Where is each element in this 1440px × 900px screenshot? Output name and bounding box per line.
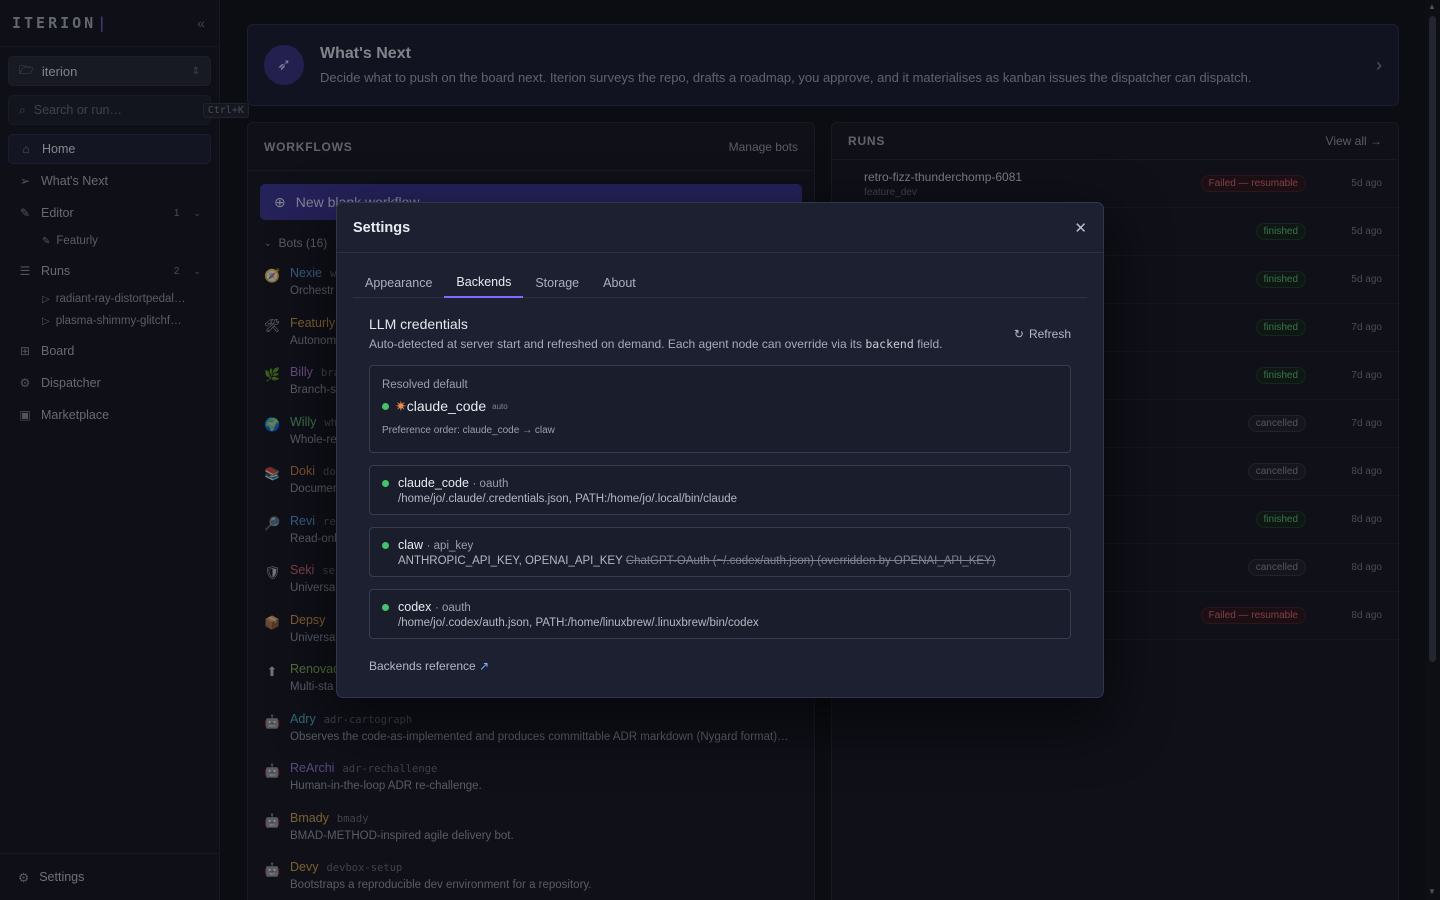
credential-card: codex · oauth /home/jo/.codex/auth.json,… — [369, 589, 1071, 639]
credential-detail-text: ANTHROPIC_API_KEY, OPENAI_API_KEY — [398, 555, 623, 567]
modal-title: Settings — [353, 219, 411, 236]
desc-text: Auto-detected at server start and refres… — [369, 337, 862, 351]
credential-kind: · oauth — [434, 602, 471, 614]
status-dot — [382, 604, 389, 611]
credential-kind: · oauth — [472, 478, 509, 490]
preference-order: Preference order: claude_code → claw — [382, 425, 555, 436]
credential-card: claw · api_key ANTHROPIC_API_KEY, OPENAI… — [369, 527, 1071, 577]
credential-name: codex — [398, 600, 432, 614]
status-dot — [382, 542, 389, 549]
section-description: Auto-detected at server start and refres… — [369, 337, 942, 351]
credential-detail: ANTHROPIC_API_KEY, OPENAI_API_KEY ChatGP… — [398, 555, 996, 567]
close-icon[interactable]: ✕ — [1074, 219, 1087, 237]
reference-label: Backends reference — [369, 659, 476, 673]
tab-storage[interactable]: Storage — [523, 267, 591, 298]
tab-about[interactable]: About — [591, 267, 648, 298]
refresh-button[interactable]: ↻ Refresh — [1014, 316, 1071, 351]
refresh-label: Refresh — [1028, 326, 1071, 341]
tab-appearance[interactable]: Appearance — [353, 267, 444, 298]
credential-detail: /home/jo/.codex/auth.json, PATH:/home/li… — [398, 617, 759, 629]
status-dot — [382, 403, 389, 410]
credential-name: claw — [398, 538, 424, 552]
credential-name: claude_code — [398, 476, 469, 490]
settings-modal: Settings ✕ Appearance Backends Storage A… — [336, 202, 1104, 698]
credential-overridden: ChatGPT-OAuth (~/.codex/auth.json) (over… — [625, 555, 996, 567]
claude-star-icon: ✷ — [395, 398, 407, 414]
resolved-default-card: Resolved default ✷claude_code auto Prefe… — [369, 365, 1071, 453]
external-link-icon: ↗ — [479, 659, 490, 673]
resolved-backend-name: claude_code — [406, 398, 487, 414]
refresh-icon: ↻ — [1013, 326, 1024, 341]
credential-card: claude_code · oauth /home/jo/.claude/.cr… — [369, 465, 1071, 515]
settings-tabs: Appearance Backends Storage About — [353, 267, 1087, 298]
section-title: LLM credentials — [369, 316, 468, 332]
tab-backends[interactable]: Backends — [444, 267, 524, 298]
auto-tag: auto — [492, 402, 508, 411]
resolved-label: Resolved default — [382, 379, 468, 391]
backends-reference-link[interactable]: Backends reference ↗ — [369, 659, 1071, 673]
credential-detail: /home/jo/.claude/.credentials.json, PATH… — [398, 493, 738, 505]
resolved-backend: ✷claude_code — [395, 398, 486, 415]
status-dot — [382, 480, 389, 487]
credential-kind: · api_key — [426, 540, 474, 552]
desc-code: backend — [865, 337, 914, 351]
desc-text: field. — [917, 337, 943, 351]
